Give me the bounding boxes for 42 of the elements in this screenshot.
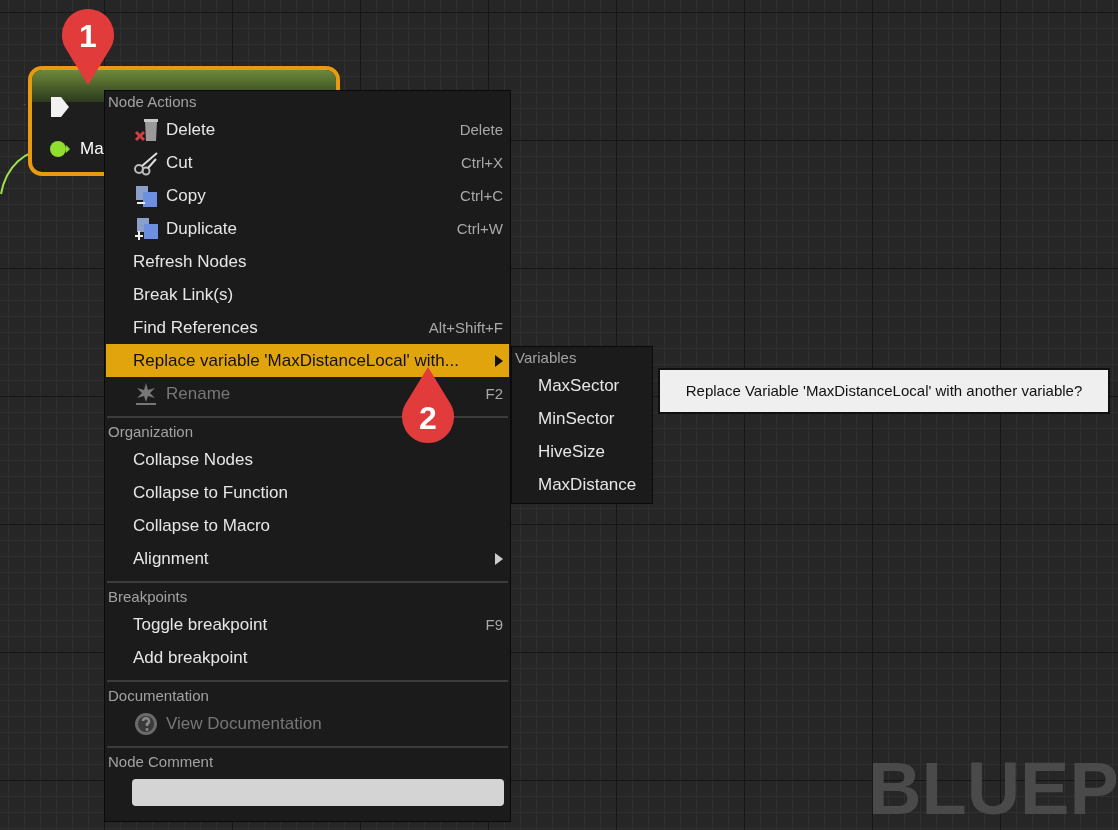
menu-item[interactable]: Toggle breakpoint F9 [106,608,509,641]
shortcut-label: Ctrl+X [460,154,503,171]
menu-item[interactable]: Refresh Nodes [106,245,509,278]
shortcut-label: Ctrl+C [460,187,503,204]
menu-item[interactable]: Collapse Nodes [106,443,509,476]
help-icon [133,710,159,737]
section-heading: Organization [107,422,195,442]
trash-icon [133,116,159,143]
menu-item[interactable]: Collapse to Macro [106,509,509,542]
menu-item[interactable]: HiveSize [512,435,652,468]
step-marker: 1 [60,7,116,87]
shortcut-label: F9 [485,616,503,633]
shortcut-label: Ctrl+W [456,220,503,237]
section-heading: Node Comment [107,752,215,772]
menu-item[interactable]: Cut Ctrl+X [106,146,509,179]
menu-item[interactable]: Copy Ctrl+C [106,179,509,212]
step-marker: 2 [400,365,456,445]
menu-item[interactable]: MaxSector [512,369,652,402]
comment-field[interactable] [132,779,504,806]
section-heading: Node Actions [107,92,198,112]
section-heading: Variables [514,348,578,368]
pin-label: Ma [80,138,104,160]
menu-item[interactable]: Collapse to Function [106,476,509,509]
menu-item[interactable]: Alignment [106,542,509,575]
menu-item[interactable]: MinSector [512,402,652,435]
menu-item[interactable]: Add breakpoint [106,641,509,674]
scissors-icon [133,149,159,176]
menu-item[interactable]: MaxDistance [512,468,652,501]
exec-pin-icon [50,96,70,118]
section-heading: Breakpoints [107,587,189,607]
section-heading: Documentation [107,686,210,706]
duplicate-icon [133,215,159,242]
menu-item[interactable]: Find References Alt+Shift+F [106,311,509,344]
shortcut-label: Delete [459,121,503,138]
shortcut-label: Alt+Shift+F [428,319,503,336]
menu-item[interactable]: Replace variable 'MaxDistanceLocal' with... [106,344,509,377]
shortcut-label: F2 [485,385,503,402]
menu-item[interactable]: Delete Delete [106,113,509,146]
menu-item[interactable]: Duplicate Ctrl+W [106,212,509,245]
data-pin-icon [50,140,70,158]
menu-item[interactable]: Break Link(s) [106,278,509,311]
tooltip: Replace Variable 'MaxDistanceLocal' with another variable? [658,368,1110,414]
